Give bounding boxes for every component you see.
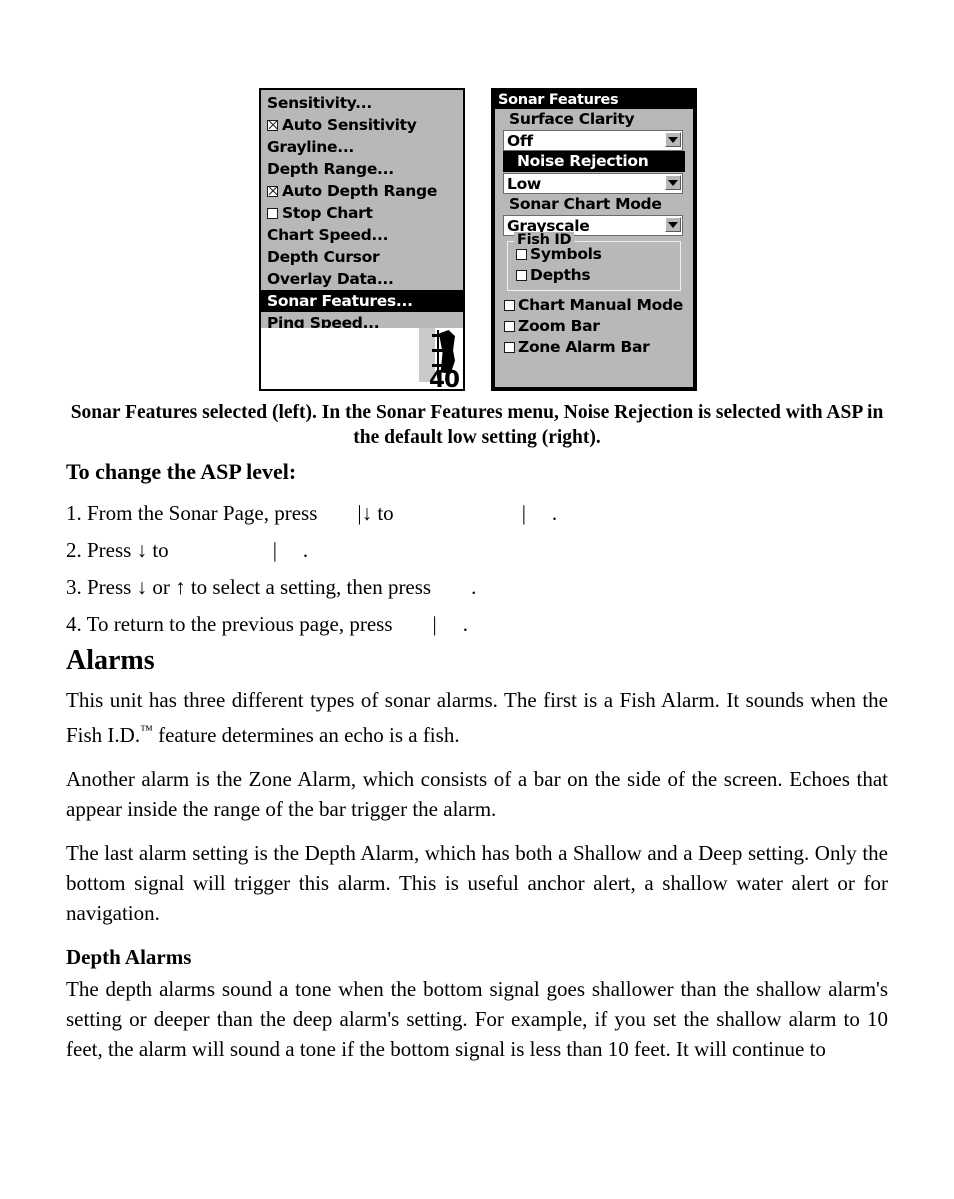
menu-item-depth-range[interactable]: Depth Range... [261,158,463,180]
step-period: . [551,501,558,525]
sonar-depth-reading: 40 [428,367,460,390]
step-text: To return to the previous page, press [86,612,393,636]
sonar-main-menu-panel: Sensitivity... Auto Sensitivity Grayline… [259,88,465,391]
step-number: 2. [66,538,82,562]
menu-item-stop-chart[interactable]: Stop Chart [261,202,463,224]
sonar-chart-mode-label: Sonar Chart Mode [509,195,662,213]
menu-item-label: Sonar Features... [267,292,413,310]
chevron-down-icon[interactable] [665,175,681,190]
depth-alarms-heading: Depth Alarms [66,945,192,969]
checkbox-empty-icon[interactable] [504,342,515,353]
menu-item-auto-sensitivity[interactable]: Auto Sensitivity [261,114,463,136]
menu-item-label: Auto Depth Range [282,182,438,200]
menu-item-label: Chart Speed... [267,226,389,244]
menu-item-grayline[interactable]: Grayline... [261,136,463,158]
sonar-main-menu-list[interactable]: Sensitivity... Auto Sensitivity Grayline… [261,90,463,332]
paragraph: Another alarm is the Zone Alarm, which c… [66,767,888,821]
zone-alarm-bar-checkbox-row[interactable]: Zone Alarm Bar [495,337,693,358]
step-period: . [302,538,309,562]
checkbox-checked-icon[interactable] [267,185,278,197]
step-text: Press ↓ or ↑ to select a setting, then p… [87,575,432,599]
fish-id-legend: Fish ID [514,232,575,248]
step-text: Press ↓ to [87,538,169,562]
paragraph: The depth alarms sound a tone when the b… [66,977,888,1061]
step-period: . [471,575,477,599]
menu-item-depth-cursor[interactable]: Depth Cursor [261,246,463,268]
zoom-bar-label: Zoom Bar [518,317,600,335]
figure-caption: Sonar Features selected (left). In the S… [70,402,884,448]
step-number: 4. [66,612,82,636]
checkbox-empty-icon[interactable] [516,270,527,281]
menu-item-label: Depth Range... [267,160,394,178]
checkbox-empty-icon[interactable] [504,300,515,311]
fish-id-group: Fish ID Symbols Depths [507,232,681,291]
menu-item-label: Stop Chart [282,204,373,222]
step-text: From the Sonar Page, press [87,501,318,525]
step-number: 3. [66,575,82,599]
menu-item-sensitivity[interactable]: Sensitivity... [261,92,463,114]
step-number: 1. [66,501,82,525]
checkbox-checked-icon[interactable] [267,119,278,131]
chevron-down-icon[interactable] [665,217,681,232]
menu-item-auto-depth-range[interactable]: Auto Depth Range [261,180,463,202]
menu-item-sonar-features[interactable]: Sonar Features... [261,290,463,312]
noise-rejection-value: Low [507,174,541,193]
surface-clarity-label: Surface Clarity [509,110,635,128]
checkbox-empty-icon[interactable] [504,321,515,332]
chart-manual-mode-checkbox-row[interactable]: Chart Manual Mode [495,295,693,316]
list-item: 2. Press ↓ to |. [66,532,888,569]
menu-item-label: Depth Cursor [267,248,380,266]
alarms-body: This unit has three different types of s… [66,685,888,1078]
zone-alarm-bar-label: Zone Alarm Bar [518,338,650,356]
noise-rejection-dropdown[interactable]: Low [503,173,683,194]
alarms-heading: Alarms [66,645,155,676]
checkbox-empty-icon[interactable] [267,207,278,219]
sonar-features-title-bar: Sonar Features [495,92,693,109]
figure-sonar-menus: Sensitivity... Auto Sensitivity Grayline… [0,88,954,393]
list-item: 1. From the Sonar Page, press |↓ to |. [66,495,888,532]
chevron-down-icon[interactable] [665,132,681,147]
paragraph: The last alarm setting is the Depth Alar… [66,841,888,925]
step-key: | [432,612,437,636]
fish-id-depths-checkbox-row[interactable]: Depths [508,265,680,286]
menu-item-label: Overlay Data... [267,270,394,288]
surface-clarity-value: Off [507,131,533,150]
paragraph: This unit has three different types of s… [66,688,888,747]
surface-clarity-dropdown[interactable]: Off [503,130,683,151]
noise-rejection-label: Noise Rejection [503,151,685,172]
fish-id-depths-label: Depths [530,266,591,284]
menu-item-label: Sensitivity... [267,94,372,112]
howto-heading: To change the ASP level: [66,459,297,484]
menu-item-chart-speed[interactable]: Chart Speed... [261,224,463,246]
menu-item-label: Grayline... [267,138,354,156]
chart-manual-mode-label: Chart Manual Mode [518,296,684,314]
list-item: 3. Press ↓ or ↑ to select a setting, the… [66,569,888,606]
step-period: . [462,612,468,636]
step-key: |↓ to [357,501,394,525]
sonar-chart-preview: 40 [261,328,463,389]
menu-item-overlay-data[interactable]: Overlay Data... [261,268,463,290]
steps-list: 1. From the Sonar Page, press |↓ to |. 2. … [66,495,888,643]
step-key: | [521,501,526,525]
menu-item-label: Auto Sensitivity [282,116,417,134]
zoom-bar-checkbox-row[interactable]: Zoom Bar [495,316,693,337]
checkbox-empty-icon[interactable] [516,249,527,260]
sonar-features-panel: Sonar Features Surface Clarity Off Noise… [491,88,697,391]
step-key: | [272,538,277,562]
list-item: 4. To return to the previous page, press… [66,606,888,643]
